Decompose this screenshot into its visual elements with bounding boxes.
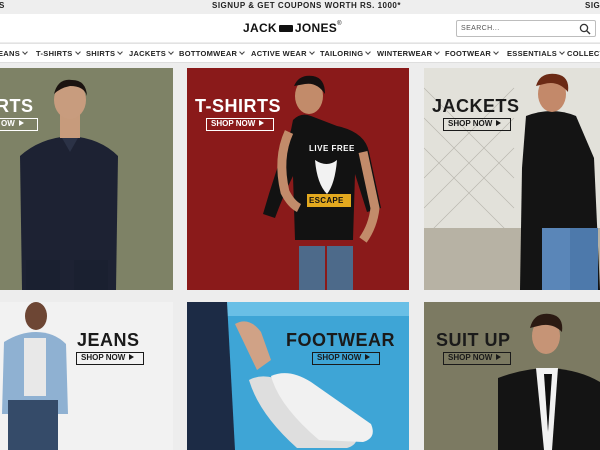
nav-item-essentials[interactable]: ESSENTIALS (507, 49, 565, 58)
nav-item-tshirts[interactable]: T-SHIRTS (36, 49, 81, 58)
chevron-down-icon (493, 49, 499, 55)
tshirt-print-text-top: LIVE FREE (309, 144, 355, 153)
chevron-down-icon (239, 49, 246, 55)
nav-item-tailoring[interactable]: TAILORING (320, 49, 372, 58)
chevron-down-icon (168, 49, 174, 55)
chevron-down-icon (74, 49, 81, 55)
category-tile-jackets[interactable]: JACKETS SHOP NOW (424, 68, 600, 290)
arrow-right-icon (259, 120, 265, 126)
arrow-right-icon (496, 120, 502, 126)
tile-title: JACKETS (432, 96, 520, 116)
shop-now-button[interactable]: SHOP NOW (443, 118, 511, 131)
shop-now-button[interactable]: OW (0, 118, 38, 131)
nav-item-bottomwear[interactable]: BOTTOMWEAR (179, 49, 246, 58)
chevron-down-icon (308, 49, 315, 55)
jeans-model-image (0, 302, 173, 450)
tile-title: SUIT UP (436, 330, 511, 350)
shop-now-button[interactable]: SHOP NOW (76, 352, 144, 365)
arrow-right-icon (129, 354, 135, 360)
arrow-right-icon (365, 354, 371, 360)
nav-item-collections[interactable]: COLLECT (567, 49, 600, 58)
search-icon[interactable] (579, 23, 591, 35)
suit-model-image (424, 302, 600, 450)
promo-text-left-fragment: S (0, 1, 5, 10)
shop-now-button[interactable]: SHOP NOW (312, 352, 380, 365)
nav-item-jackets[interactable]: JACKETS (129, 49, 174, 58)
arrow-right-icon (18, 120, 24, 126)
category-tile-suit-up[interactable]: SUIT UP SHOP NOW (424, 302, 600, 450)
shop-now-button[interactable]: SHOP NOW (443, 352, 511, 365)
site-header: JACK JONES ® (0, 14, 600, 42)
category-nav: EANS T-SHIRTS SHIRTS JACKETS BOTTOMWEAR … (0, 43, 600, 63)
category-tile-tshirts[interactable]: LIVE FREE ESCAPE T-SHIRTS SHOP NOW (187, 68, 409, 290)
tile-title: RTS (0, 96, 34, 116)
nav-item-footwear[interactable]: FOOTWEAR (445, 49, 499, 58)
nav-item-active-wear[interactable]: ACTIVE WEAR (251, 49, 315, 58)
tile-title: FOOTWEAR (286, 330, 395, 350)
nav-item-shirts[interactable]: SHIRTS (86, 49, 124, 58)
tile-title: JEANS (77, 330, 140, 350)
brand-logo-part1: JACK (243, 21, 277, 35)
search-box (456, 20, 596, 37)
brand-logo-part2: JONES (294, 21, 338, 35)
category-tile-jeans[interactable]: JEANS SHOP NOW (0, 302, 173, 450)
chevron-down-icon (434, 49, 441, 55)
chevron-down-icon (22, 49, 28, 55)
chevron-down-icon (117, 49, 124, 55)
brand-logo[interactable]: JACK JONES ® (243, 19, 341, 37)
category-tile-shirts[interactable]: RTS OW (0, 68, 173, 290)
category-tile-footwear[interactable]: FOOTWEAR SHOP NOW (187, 302, 409, 450)
promo-text-right-fragment: SIGI (585, 1, 600, 10)
nav-item-winterwear[interactable]: WINTERWEAR (377, 49, 441, 58)
brand-trademark: ® (337, 21, 342, 27)
search-input[interactable] (461, 22, 571, 35)
chevron-down-icon (365, 49, 372, 55)
nav-item-jeans[interactable]: EANS (0, 49, 28, 58)
tshirt-print-text-bottom: ESCAPE (309, 196, 344, 205)
footwear-image (187, 302, 409, 450)
chevron-down-icon (559, 49, 565, 55)
brand-logo-bar (278, 24, 293, 32)
tile-title: T-SHIRTS (195, 96, 282, 116)
arrow-right-icon (496, 354, 502, 360)
promo-banner[interactable]: S SIGNUP & GET COUPONS WORTH RS. 1000* S… (0, 0, 600, 14)
shop-now-button[interactable]: SHOP NOW (206, 118, 274, 131)
promo-text: SIGNUP & GET COUPONS WORTH RS. 1000* (212, 1, 401, 10)
